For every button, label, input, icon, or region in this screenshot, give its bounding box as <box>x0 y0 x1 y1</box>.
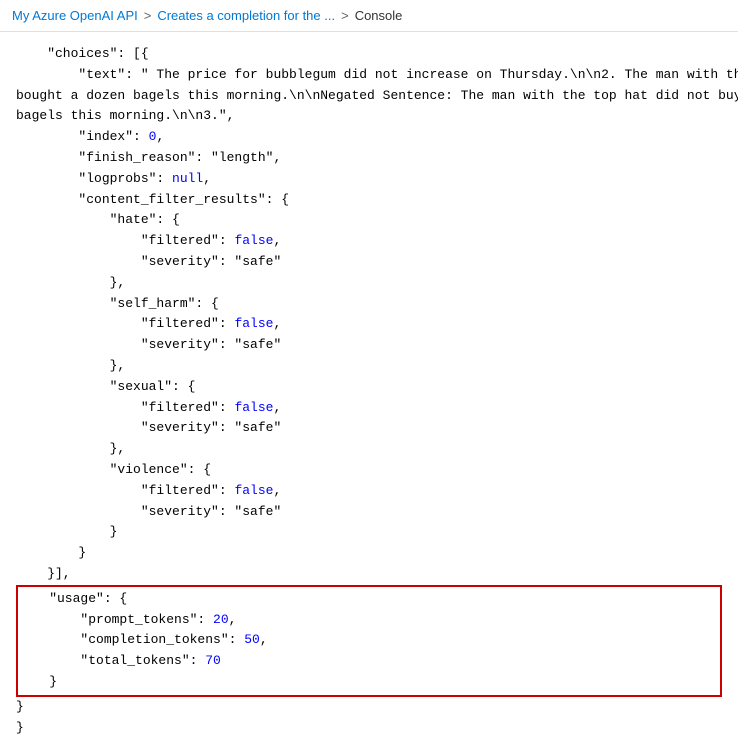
code-line: "severity": "safe" <box>16 252 722 273</box>
breadcrumb-sep-1: > <box>144 8 152 23</box>
code-line: "severity": "safe" <box>16 502 722 523</box>
code-line: "filtered": false, <box>16 398 722 419</box>
code-line: "severity": "safe" <box>16 418 722 439</box>
breadcrumb-current: Console <box>355 8 403 23</box>
code-line: "total_tokens": 70 <box>18 651 720 672</box>
highlighted-usage-section: "usage": { "prompt_tokens": 20, "complet… <box>16 585 722 697</box>
code-line: }, <box>16 356 722 377</box>
code-line: }], <box>16 564 722 585</box>
breadcrumb-item-2[interactable]: Creates a completion for the ... <box>157 8 335 23</box>
code-line: "prompt_tokens": 20, <box>18 610 720 631</box>
code-line: "sexual": { <box>16 377 722 398</box>
code-line: "severity": "safe" <box>16 335 722 356</box>
code-block: "choices": [{ "text": " The price for bu… <box>16 44 722 738</box>
code-line: "filtered": false, <box>16 314 722 335</box>
code-container: "choices": [{ "text": " The price for bu… <box>0 32 738 750</box>
breadcrumb-bar: My Azure OpenAI API > Creates a completi… <box>0 0 738 32</box>
code-line: "finish_reason": "length", <box>16 148 722 169</box>
code-line: "filtered": false, <box>16 231 722 252</box>
code-line: "filtered": false, <box>16 481 722 502</box>
code-line: bagels this morning.\n\n3.", <box>16 106 722 127</box>
code-line: "index": 0, <box>16 127 722 148</box>
code-line: "self_harm": { <box>16 294 722 315</box>
code-line: } <box>16 522 722 543</box>
code-line: } <box>16 697 722 718</box>
code-line-final: } <box>16 718 722 739</box>
breadcrumb-item-1[interactable]: My Azure OpenAI API <box>12 8 138 23</box>
code-line: "logprobs": null, <box>16 169 722 190</box>
code-line: "choices": [{ <box>16 44 722 65</box>
code-line: "content_filter_results": { <box>16 190 722 211</box>
code-line: }, <box>16 273 722 294</box>
code-line: } <box>18 672 720 693</box>
code-line: "text": " The price for bubblegum did no… <box>16 65 722 86</box>
code-line: "completion_tokens": 50, <box>18 630 720 651</box>
code-line: "violence": { <box>16 460 722 481</box>
code-line: bought a dozen bagels this morning.\n\nN… <box>16 86 722 107</box>
code-line: "hate": { <box>16 210 722 231</box>
code-line: }, <box>16 439 722 460</box>
breadcrumb-sep-2: > <box>341 8 349 23</box>
code-line: "usage": { <box>18 589 720 610</box>
code-line: } <box>16 543 722 564</box>
